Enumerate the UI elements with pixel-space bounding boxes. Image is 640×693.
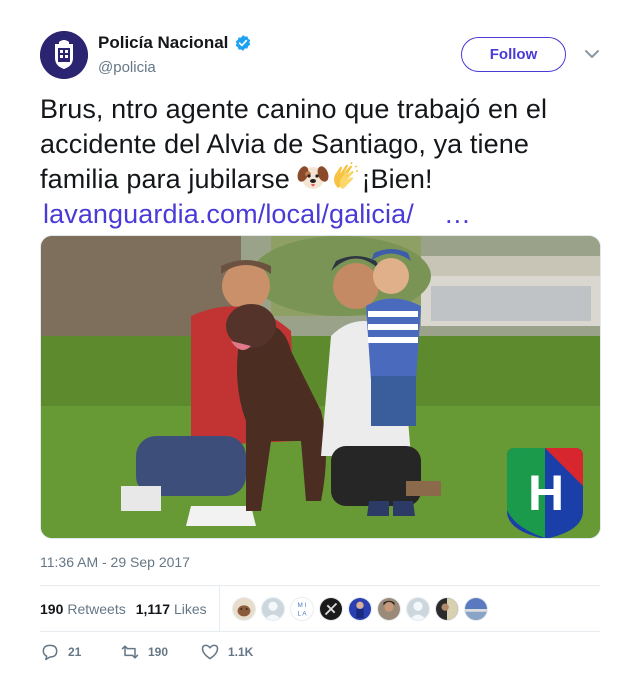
clapping-hands-icon <box>334 161 359 189</box>
tweet-timestamp[interactable]: 11:36 AM - 29 Sep 2017 <box>40 554 190 570</box>
reply-count: 21 <box>68 645 82 659</box>
retweet-count: 190 <box>148 645 169 659</box>
reply-icon <box>42 644 58 661</box>
liker-avatar[interactable] <box>347 596 372 621</box>
mila-logo-line: M I <box>297 602 306 609</box>
stats-separator <box>218 586 220 631</box>
retweet-icon <box>121 645 139 659</box>
police-badge-icon <box>40 31 88 79</box>
likes-stat[interactable]: 1,117 Likes <box>136 601 207 617</box>
retweets-stat[interactable]: 190 Retweets <box>40 601 126 617</box>
author-name-row: Policía Nacional <box>98 33 252 53</box>
author-handle[interactable]: @policia <box>98 59 156 76</box>
reply-button[interactable]: 21 <box>40 642 120 662</box>
mila-logo-line: L A <box>297 610 307 617</box>
tweet-photo[interactable]: H <box>40 235 601 539</box>
tweet-text: Brus, ntro agente canino que trabajó en … <box>40 92 600 231</box>
photo-scene: H <box>41 236 600 538</box>
tweet-text-line: accidente del Alvia de Santiago, ya tien… <box>40 128 529 159</box>
author-display-name[interactable]: Policía Nacional <box>98 33 228 53</box>
like-button[interactable]: 1.1K <box>200 642 280 662</box>
like-count: 1.1K <box>228 645 254 659</box>
follow-button[interactable]: Follow <box>461 37 566 72</box>
liker-avatar[interactable]: M IL A <box>289 596 314 621</box>
likes-label: Likes <box>173 600 207 617</box>
liker-avatar[interactable] <box>405 596 430 621</box>
h-logo-letter: H <box>528 465 564 521</box>
link-ellipsis[interactable]: … <box>444 199 471 229</box>
dog-face-icon <box>298 166 329 189</box>
verified-badge-icon <box>236 35 251 51</box>
tweet-text-line: familia para jubilarse <box>40 164 290 194</box>
tweet-text-line: Brus, ntro agente canino que trabajó en … <box>40 94 548 124</box>
liker-avatar[interactable] <box>376 596 401 621</box>
tweet-stats: 190 Retweets 1,117 Likes M IL A <box>40 586 600 631</box>
likes-count: 1,117 <box>135 600 170 617</box>
retweet-button[interactable]: 190 <box>120 642 200 662</box>
retweets-label: Retweets <box>67 600 126 617</box>
liker-avatar[interactable] <box>231 596 256 621</box>
liker-avatar[interactable] <box>260 596 285 621</box>
divider <box>40 631 600 632</box>
liker-avatar[interactable] <box>463 596 488 621</box>
tweet-link[interactable]: lavanguardia.com/local/galicia/ <box>43 199 414 229</box>
chevron-down-icon[interactable] <box>584 48 600 60</box>
retweets-count: 190 <box>40 600 64 617</box>
tweet-actions: 21 190 1.1K <box>40 642 280 662</box>
tweet-text-line: ¡Bien! <box>361 164 433 194</box>
liker-avatar[interactable] <box>318 596 343 621</box>
heart-icon <box>201 644 219 660</box>
author-avatar[interactable] <box>40 31 88 79</box>
liker-avatar[interactable] <box>434 596 459 621</box>
liker-avatars: M IL A <box>231 596 488 621</box>
